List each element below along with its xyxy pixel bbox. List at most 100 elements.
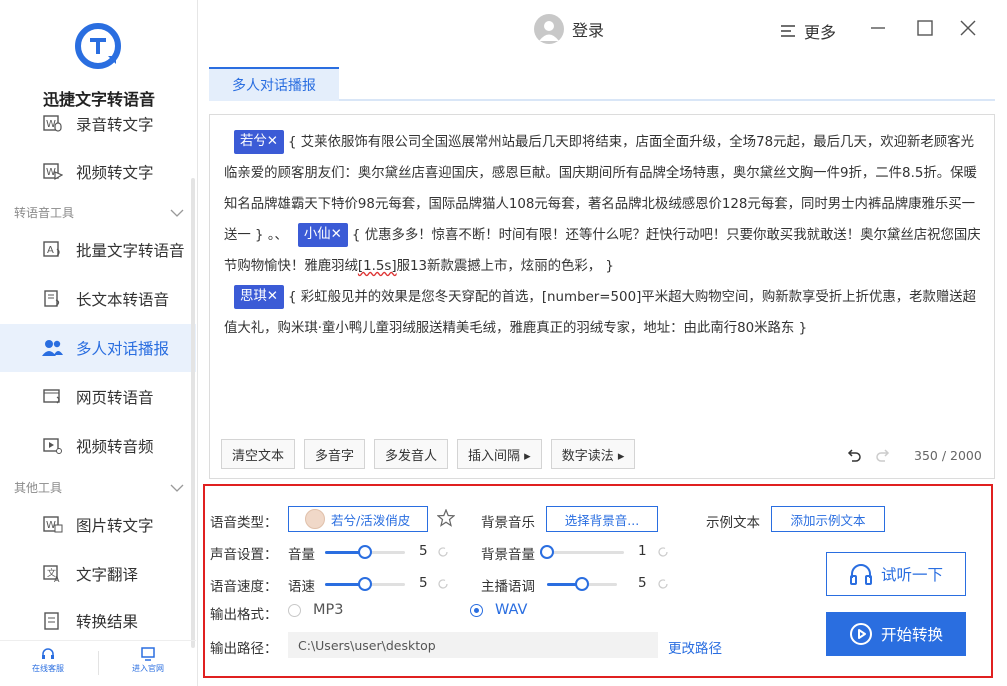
voice-avatar: [305, 509, 325, 529]
record-to-text-icon: W: [42, 113, 64, 135]
pitch-slider[interactable]: [547, 577, 617, 591]
format-wav-radio[interactable]: WAV: [470, 602, 527, 618]
rate-slider[interactable]: [325, 577, 405, 591]
add-sample-text-button[interactable]: 添加示例文本: [771, 506, 885, 532]
app-logo-icon: [75, 23, 121, 69]
radio-label: MP3: [313, 602, 344, 618]
sidebar-item-label: 图片转文字: [76, 517, 154, 535]
star-icon[interactable]: [437, 509, 455, 527]
headphones-icon: [849, 564, 872, 585]
app-window: 迅捷文字转语音 W 录音转文字 W 视频转文字 转语音工具 A 批量文字转语音: [0, 0, 1007, 686]
sidebar-item-multi-speaker[interactable]: 多人对话播报: [0, 324, 196, 372]
change-path-link[interactable]: 更改路径: [668, 637, 722, 657]
char-counter: 350 / 2000: [914, 448, 982, 463]
undo-icon[interactable]: [846, 447, 862, 463]
sample-text-label: 示例文本: [706, 515, 760, 531]
slider-knob[interactable]: [540, 545, 554, 559]
pitch-label: 主播语调: [481, 579, 535, 595]
reset-icon[interactable]: [437, 578, 449, 590]
rate-value: 5: [419, 575, 428, 591]
online-service-button[interactable]: 在线客服: [18, 647, 78, 674]
format-label: 输出格式：: [210, 607, 278, 623]
batch-tts-icon: A: [42, 239, 64, 261]
select-bg-music-button[interactable]: 选择背景音...: [546, 506, 658, 532]
sidebar-item-video-to-text[interactable]: W 视频转文字: [0, 148, 196, 196]
reset-icon[interactable]: [657, 578, 669, 590]
multi-speaker-button[interactable]: 多发音人: [374, 439, 449, 469]
pause-mark[interactable]: [1.5s]: [358, 259, 397, 274]
sidebar-item-label: 多人对话播报: [76, 340, 170, 358]
speed-label: 语音速度：: [210, 579, 278, 595]
svg-text:A: A: [47, 245, 54, 256]
section-label: 转语音工具: [14, 206, 75, 220]
speaker-tag[interactable]: 思琪✕: [234, 285, 285, 309]
start-convert-button[interactable]: 开始转换: [826, 612, 966, 656]
bg-volume-slider[interactable]: [540, 545, 624, 559]
video-audio-icon: [42, 435, 64, 457]
avatar: [534, 14, 564, 44]
maximize-icon[interactable]: [915, 18, 935, 38]
website-label: 进入官网: [132, 664, 164, 673]
sidebar-item-video-audio[interactable]: 视频转音频: [0, 422, 196, 470]
sidebar-item-label: 网页转语音: [76, 389, 154, 407]
reset-icon[interactable]: [437, 546, 449, 558]
volume-slider[interactable]: [325, 545, 405, 559]
sidebar-item-image-text[interactable]: W 图片转文字: [0, 501, 196, 549]
voice-type-label: 语音类型：: [210, 515, 278, 531]
sidebar-item-translate[interactable]: 文A 文字翻译: [0, 550, 196, 598]
polyphone-button[interactable]: 多音字: [304, 439, 366, 469]
sidebar-item-record-to-text[interactable]: W 录音转文字: [0, 100, 196, 148]
voice-select-button[interactable]: 若兮/活泼俏皮: [288, 506, 428, 532]
speaker-tag[interactable]: 若兮✕: [234, 130, 285, 154]
dialogue-text: { 彩虹般见并的效果是您冬天穿配的首选，[number=500]平米超大购物空间…: [224, 290, 977, 336]
preview-button[interactable]: 试听一下: [826, 552, 966, 596]
sidebar-item-web-tts[interactable]: 网页转语音: [0, 373, 196, 421]
close-icon[interactable]: [958, 18, 978, 38]
svg-text:A: A: [54, 575, 60, 583]
dialogue-text: 服13新款震撼上市，炫丽的色彩， }: [396, 259, 614, 274]
output-path-field[interactable]: C:\Users\user\desktop: [288, 632, 658, 658]
translate-icon: 文A: [42, 563, 64, 585]
slider-knob[interactable]: [575, 577, 589, 591]
image-text-icon: W: [42, 514, 64, 536]
tab-multi-speaker[interactable]: 多人对话播报: [209, 67, 339, 101]
sidebar-item-label: 视频转音频: [76, 438, 154, 456]
results-icon: [42, 610, 64, 632]
more-menu-button[interactable]: 更多: [780, 19, 836, 43]
website-button[interactable]: 进入官网: [118, 647, 178, 674]
menu-icon: [781, 25, 795, 37]
more-label: 更多: [804, 23, 837, 42]
number-reading-button[interactable]: 数字读法 ▸: [550, 439, 636, 469]
editor-content[interactable]: 若兮✕{ 艾莱依服饰有限公司全国巡展常州站最后几天即将结束，店面全面升级，全场7…: [224, 127, 984, 344]
section-other-tools[interactable]: 其他工具: [14, 479, 184, 496]
sidebar-item-batch-tts[interactable]: A 批量文字转语音: [0, 226, 196, 274]
speaker-tag[interactable]: 小仙✕: [297, 223, 348, 247]
format-mp3-radio[interactable]: MP3: [288, 602, 343, 618]
voice-selected: 若兮/活泼俏皮: [331, 512, 411, 528]
login-button[interactable]: 登录: [534, 14, 604, 44]
radio-dot: [288, 603, 301, 617]
text-editor[interactable]: 若兮✕{ 艾莱依服饰有限公司全国巡展常州站最后几天即将结束，店面全面升级，全场7…: [209, 114, 995, 479]
multi-speaker-icon: [42, 337, 64, 359]
reset-icon[interactable]: [657, 546, 669, 558]
section-tts-tools[interactable]: 转语音工具: [14, 204, 184, 221]
sidebar-item-results[interactable]: 转换结果: [0, 597, 196, 645]
bg-volume-label: 背景音量: [481, 547, 535, 563]
monitor-icon: [141, 647, 155, 661]
volume-label: 音量: [288, 547, 315, 563]
clear-text-button[interactable]: 清空文本: [221, 439, 296, 469]
slider-knob[interactable]: [358, 545, 372, 559]
slider-knob[interactable]: [358, 577, 372, 591]
minimize-icon[interactable]: [868, 18, 888, 38]
sidebar-item-label: 批量文字转语音: [76, 242, 185, 260]
headset-icon: [42, 648, 54, 659]
sidebar-scrollbar[interactable]: [191, 178, 195, 648]
sidebar-item-label: 视频转文字: [76, 164, 154, 182]
insert-pause-button[interactable]: 插入间隔 ▸: [457, 439, 542, 469]
web-tts-icon: [42, 386, 64, 408]
play-circle-icon: [849, 623, 872, 645]
redo-icon[interactable]: [875, 447, 891, 463]
video-to-text-icon: W: [42, 161, 64, 183]
output-path-label: 输出路径：: [210, 641, 278, 657]
sidebar-item-long-text[interactable]: 长文本转语音: [0, 275, 196, 323]
